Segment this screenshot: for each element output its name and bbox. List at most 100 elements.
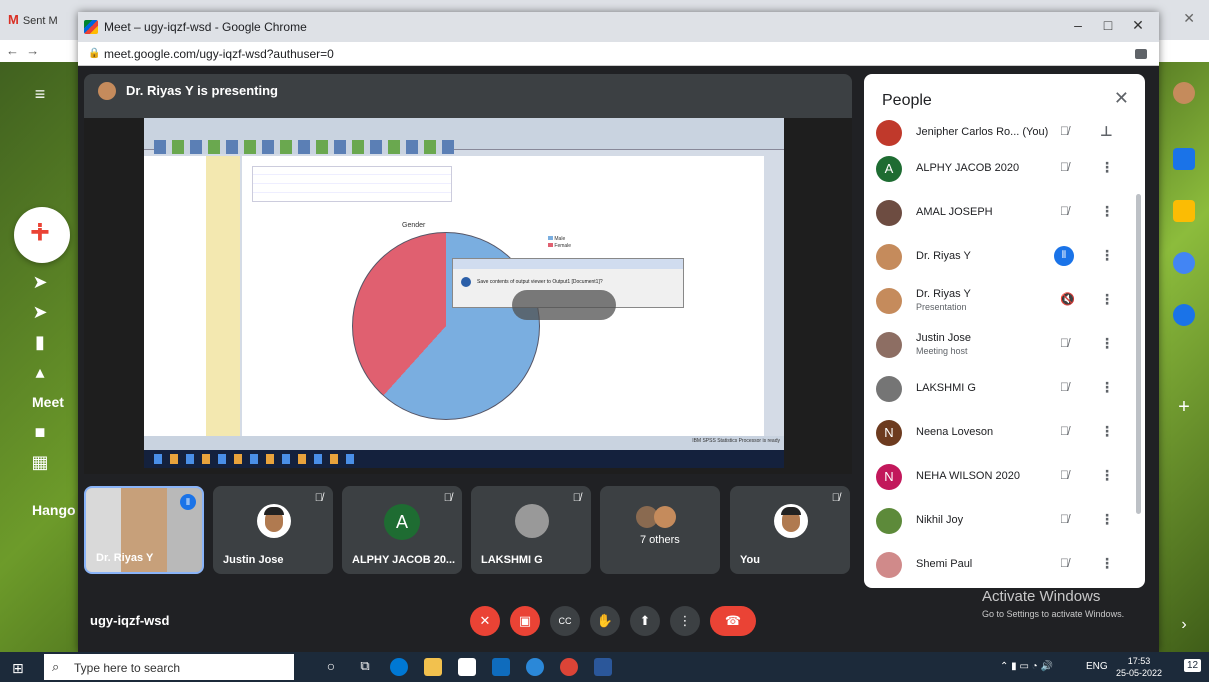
- volume-off-icon: 🔇: [1060, 292, 1075, 306]
- minimize-button[interactable]: –: [1063, 17, 1093, 37]
- screen-share-overlay: [512, 290, 616, 320]
- avatar: [774, 504, 808, 538]
- close-panel-button[interactable]: ✕: [1114, 88, 1129, 109]
- maximize-button[interactable]: □: [1093, 17, 1123, 37]
- cortana-icon[interactable]: ○: [322, 658, 340, 676]
- background-nav-arrows[interactable]: ← →: [0, 40, 90, 62]
- people-scrollbar[interactable]: [1136, 194, 1141, 514]
- avatar-letter: N: [876, 420, 902, 446]
- close-window-button[interactable]: ✕: [1123, 17, 1153, 37]
- person-name: Justin Jose: [916, 332, 972, 344]
- menu-icon[interactable]: ≡: [30, 84, 50, 104]
- person-row[interactable]: A ALPHY JACOB 2020 🎙̸ ⋮: [864, 148, 1134, 192]
- person-name: NEHA WILSON 2020: [916, 470, 1020, 482]
- background-close-icon[interactable]: ✕: [1183, 10, 1195, 27]
- person-row[interactable]: Nikhil Joy 🎙̸ ⋮: [864, 500, 1134, 544]
- shared-taskbar: [144, 450, 784, 468]
- camera-toggle-button[interactable]: ▣: [510, 606, 540, 636]
- mail-icon[interactable]: [492, 658, 510, 676]
- meet-section-label: Meet: [32, 394, 64, 410]
- video-icon[interactable]: ■: [30, 422, 50, 442]
- clock-icon[interactable]: ◷: [30, 242, 50, 262]
- notifications-badge[interactable]: 12: [1184, 659, 1202, 672]
- speaking-indicator-icon: ⦀: [180, 494, 196, 510]
- store-icon[interactable]: [458, 658, 476, 676]
- expand-chevron-icon[interactable]: ›: [1173, 616, 1195, 638]
- more-vert-icon[interactable]: ⋮: [1100, 247, 1114, 264]
- tray-icons[interactable]: ⌃ ▮ ▭ ◔ 🔊: [1000, 661, 1053, 672]
- url-text[interactable]: meet.google.com/ugy-iqzf-wsd?authuser=0: [104, 47, 334, 61]
- end-call-button[interactable]: ☎: [710, 606, 756, 636]
- raise-hand-button[interactable]: ✋: [590, 606, 620, 636]
- avatar-letter: N: [876, 464, 902, 490]
- more-vert-icon[interactable]: ⋮: [1100, 159, 1114, 176]
- captions-button[interactable]: CC: [550, 606, 580, 636]
- word-icon[interactable]: [594, 658, 612, 676]
- mic-off-icon: 🎙̸: [572, 492, 581, 504]
- gmail-tab-label: Sent M: [22, 15, 58, 27]
- file-explorer-icon[interactable]: [424, 658, 442, 676]
- window-title: Meet – ugy-iqzf-wsd - Google Chrome: [104, 20, 307, 34]
- mic-off-icon: 🎙̸: [831, 492, 840, 504]
- more-vert-icon[interactable]: ⋮: [1100, 335, 1114, 352]
- tile-name: 7 others: [640, 534, 680, 546]
- person-row[interactable]: Dr. Riyas Y Presentation 🔇 ⋮: [864, 280, 1134, 324]
- clock-date: 25-05-2022: [1116, 668, 1163, 678]
- task-view-icon[interactable]: ⧉: [356, 658, 374, 676]
- mic-off-icon: 🎙̸: [1060, 468, 1069, 482]
- person-row[interactable]: N NEHA WILSON 2020 🎙̸ ⋮: [864, 456, 1134, 500]
- more-vert-icon[interactable]: ⋮: [1100, 467, 1114, 484]
- chrome-icon[interactable]: [560, 658, 578, 676]
- more-vert-icon[interactable]: ⋮: [1100, 423, 1114, 440]
- language-indicator[interactable]: ENG: [1086, 661, 1108, 672]
- app-icon[interactable]: [526, 658, 544, 676]
- important-icon[interactable]: ➤: [30, 272, 50, 292]
- tile-lakshmi-g[interactable]: 🎙̸ LAKSHMI G: [471, 486, 591, 574]
- extension-icon[interactable]: [1135, 49, 1147, 59]
- spss-status-bar: IBM SPSS Statistics Processor is ready: [144, 436, 784, 450]
- edge-icon[interactable]: [390, 658, 408, 676]
- tile-justin-jose[interactable]: 🎙̸ Justin Jose: [213, 486, 333, 574]
- more-vert-icon[interactable]: ⋮: [1100, 511, 1114, 528]
- taskbar-search[interactable]: ⌕ Type here to search: [44, 654, 294, 680]
- add-addon-icon[interactable]: +: [1173, 396, 1195, 418]
- legend-male: Male: [554, 236, 566, 242]
- clock[interactable]: 17:53 25-05-2022: [1116, 655, 1162, 679]
- more-vert-icon[interactable]: ⋮: [1100, 291, 1114, 308]
- more-labels-icon[interactable]: ▴: [30, 362, 50, 382]
- mic-off-icon: 🎙̸: [314, 492, 323, 504]
- person-name: Neena Loveson: [916, 426, 994, 438]
- sent-icon[interactable]: ➤: [30, 302, 50, 322]
- person-row[interactable]: N Neena Loveson 🎙̸ ⋮: [864, 412, 1134, 456]
- contacts-icon[interactable]: [1173, 304, 1195, 326]
- tile-you[interactable]: 🎙̸ You: [730, 486, 850, 574]
- person-name: Shemi Paul: [916, 558, 973, 570]
- more-vert-icon[interactable]: ⋮: [1100, 379, 1114, 396]
- person-row[interactable]: Justin Jose Meeting host 🎙̸ ⋮: [864, 324, 1134, 368]
- avatar-letter: A: [876, 156, 902, 182]
- address-bar[interactable]: 🔒 meet.google.com/ugy-iqzf-wsd?authuser=…: [78, 42, 1159, 66]
- tile-others[interactable]: 7 others: [600, 486, 720, 574]
- more-vert-icon[interactable]: ⋮: [1100, 203, 1114, 220]
- account-avatar[interactable]: [1173, 82, 1195, 104]
- tile-dr-riyas[interactable]: ⦀ Dr. Riyas Y: [84, 486, 204, 574]
- start-button[interactable]: ⊞: [12, 660, 24, 677]
- avatar: [876, 508, 902, 534]
- keep-icon[interactable]: [1173, 200, 1195, 222]
- more-vert-icon[interactable]: ⋮: [1100, 555, 1114, 572]
- drafts-icon[interactable]: ▮: [30, 332, 50, 352]
- person-row[interactable]: LAKSHMI G 🎙̸ ⋮: [864, 368, 1134, 412]
- pin-icon[interactable]: ⊥: [1100, 123, 1113, 140]
- person-row[interactable]: Dr. Riyas Y ⦀ ⋮: [864, 236, 1134, 280]
- person-row[interactable]: Shemi Paul 🎙̸ ⋮: [864, 544, 1134, 588]
- more-options-button[interactable]: ⋮: [670, 606, 700, 636]
- mic-toggle-button[interactable]: ✕: [470, 606, 500, 636]
- gmail-tab[interactable]: M Sent M: [8, 12, 58, 27]
- keyboard-icon[interactable]: ▦: [30, 452, 50, 472]
- person-row[interactable]: AMAL JOSEPH 🎙̸ ⋮: [864, 192, 1134, 236]
- tile-alphy-jacob[interactable]: 🎙̸ A ALPHY JACOB 20...: [342, 486, 462, 574]
- calendar-icon[interactable]: [1173, 148, 1195, 170]
- inbox-icon[interactable]: ☐: [30, 212, 50, 232]
- tasks-icon[interactable]: [1173, 252, 1195, 274]
- present-button[interactable]: ⬆: [630, 606, 660, 636]
